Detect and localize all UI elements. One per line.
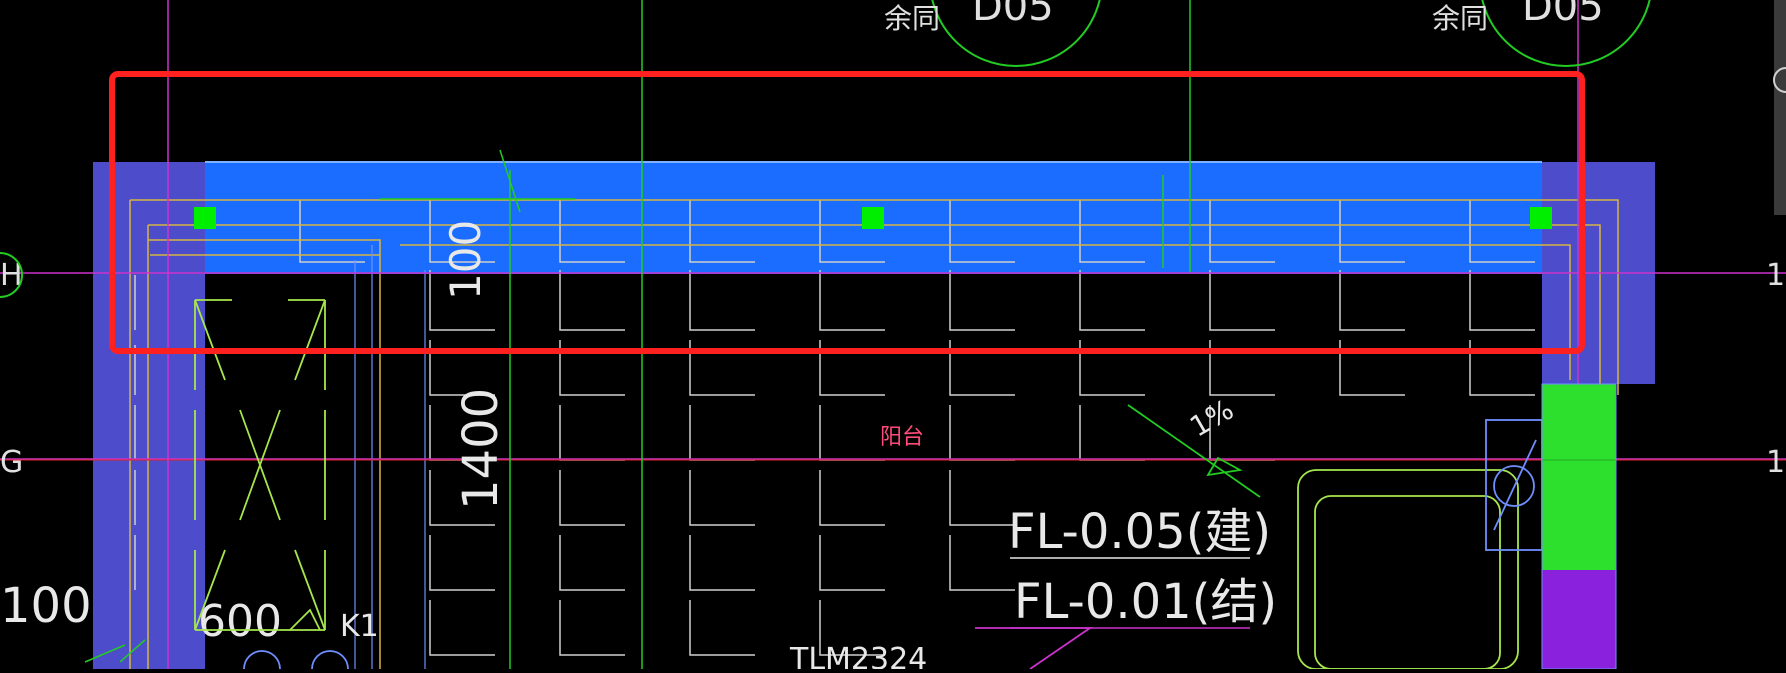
room-label-balcony: 阳台 — [880, 425, 924, 450]
drain-symbol — [1485, 419, 1543, 551]
top-note-right: 余同 — [1432, 2, 1488, 35]
dimension-600: 600 — [198, 596, 282, 647]
floor-level-structure: FL-0.01(结) — [1014, 574, 1277, 630]
slope-label: 1% — [1184, 393, 1239, 444]
circle-label-right: D05 — [1522, 0, 1604, 30]
washbasin-fixture — [1297, 469, 1519, 670]
dimension-100: 100 — [441, 220, 490, 300]
dimension-1400: 1400 — [453, 388, 509, 510]
door-label: TLM2324 — [789, 642, 927, 669]
cad-drawing-canvas[interactable]: D05 D05 余同 余同 H G 1 1 100 1400 100 600 K… — [0, 0, 1786, 673]
axis-label-right-h: 1 — [1766, 258, 1785, 293]
circle-label-left: D05 — [972, 0, 1054, 30]
top-note-left: 余同 — [884, 2, 940, 35]
dimension-left-100: 100 — [0, 578, 92, 634]
axis-label-g: G — [0, 445, 23, 480]
frame-lines — [354, 245, 426, 669]
toolbar-edge-fragment[interactable] — [1774, 0, 1786, 215]
axis-label-right-g: 1 — [1766, 445, 1785, 480]
grip-start[interactable] — [194, 207, 216, 229]
level-triangle — [975, 627, 1093, 670]
column-purple[interactable] — [1542, 570, 1616, 669]
grip-mid[interactable] — [862, 207, 884, 229]
floor-level-architecture: FL-0.05(建) — [1008, 504, 1271, 560]
column-green[interactable] — [1542, 384, 1616, 570]
bottom-left-symbols — [243, 650, 349, 673]
window-tag-k1: K1 — [340, 609, 379, 644]
grip-end[interactable] — [1530, 207, 1552, 229]
drawing-svg[interactable]: D05 D05 余同 余同 H G 1 1 100 1400 100 600 K… — [0, 0, 1786, 673]
